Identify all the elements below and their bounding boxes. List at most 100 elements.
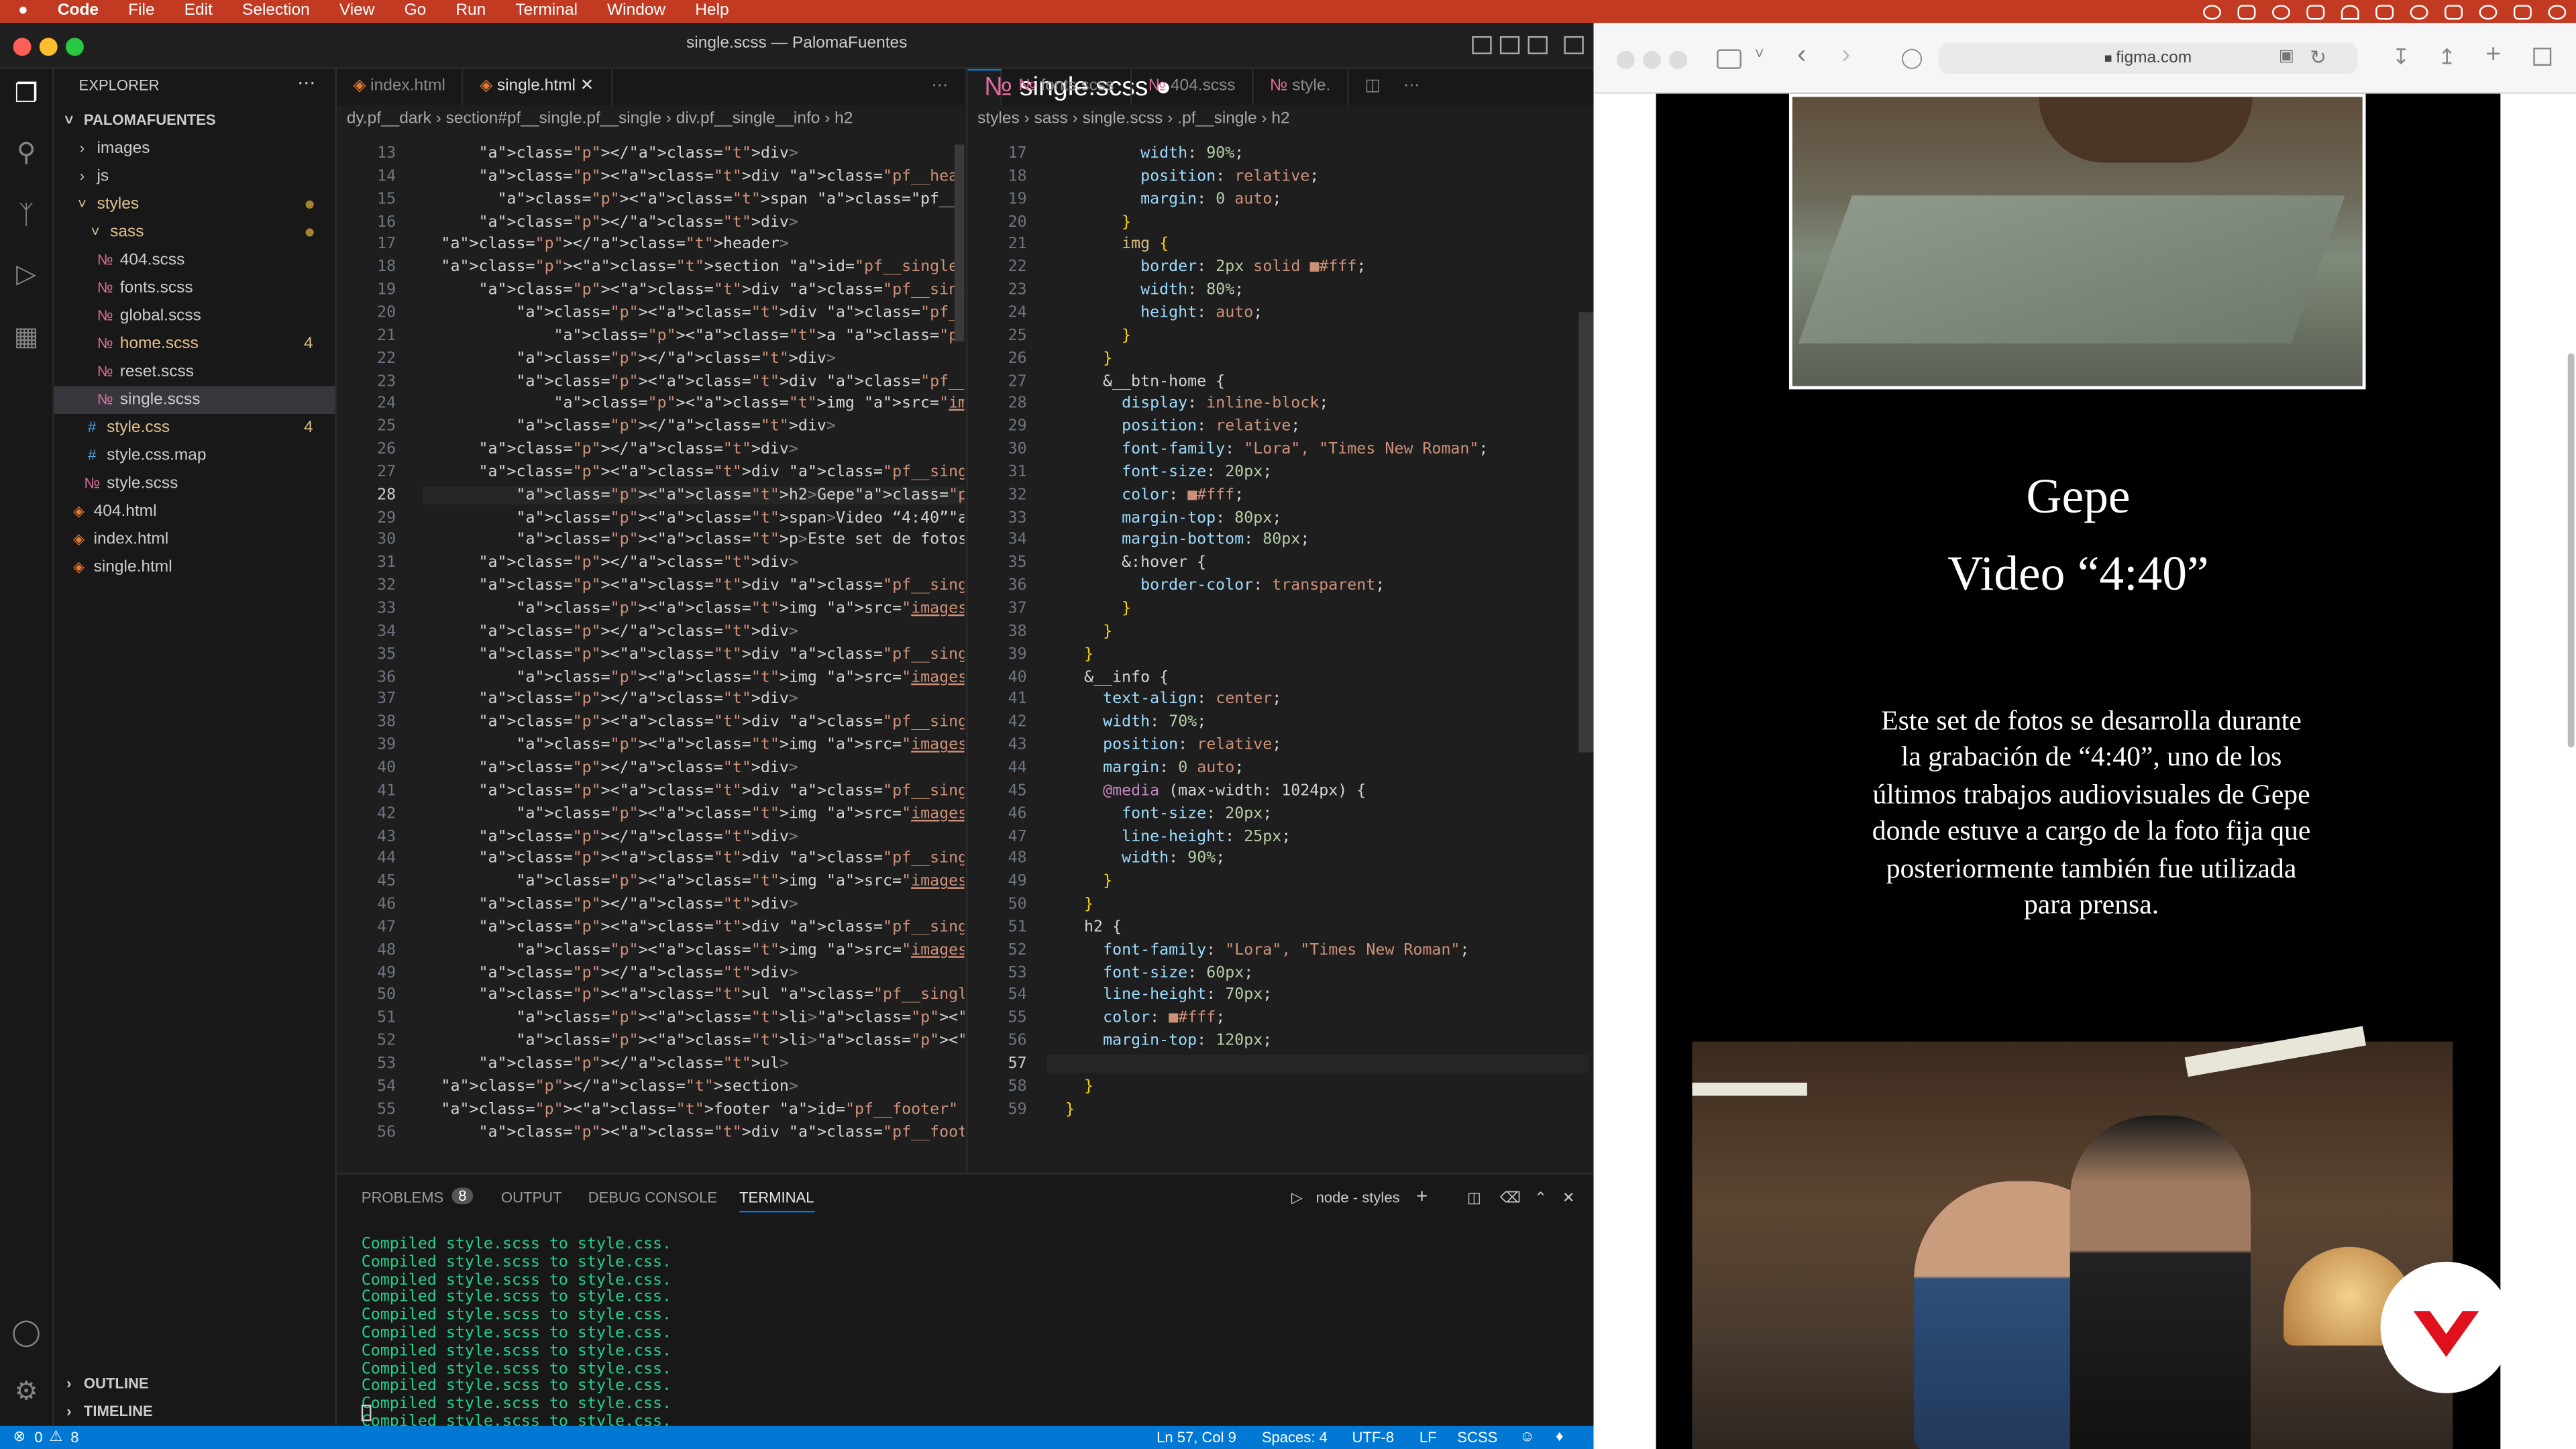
share-icon[interactable]: ↥: [2438, 44, 2456, 70]
menu-view[interactable]: View: [325, 0, 390, 23]
code-line[interactable]: "a">class="p"><"a">class="t">h2>Gepe"a">…: [422, 486, 965, 504]
code-line[interactable]: @media (max-width: 1024px) {: [1046, 782, 1366, 800]
code-line[interactable]: "a">class="p"><"a">class="t">div "a">cla…: [422, 918, 964, 936]
code-line[interactable]: "a">class="p"></"a">class="t">div>: [422, 213, 798, 231]
project-folder[interactable]: ˅ PALOMAFUENTES: [61, 107, 215, 135]
chevron-down-icon[interactable]: ˅: [1755, 46, 1764, 64]
volume-icon[interactable]: [2375, 4, 2394, 19]
terminal-name[interactable]: node - styles: [1316, 1189, 1400, 1205]
code-line[interactable]: }: [1046, 1100, 1075, 1118]
manage-gear-icon[interactable]: ⚙: [10, 1377, 43, 1409]
file-fonts-scss[interactable]: № fonts.scss: [97, 274, 193, 303]
code-line[interactable]: "a">class="p"><"a">class="t">div "a">cla…: [422, 463, 964, 481]
code-line[interactable]: "a">class="p"></"a">class="t">div>: [422, 418, 836, 436]
menu-terminal[interactable]: Terminal: [500, 0, 592, 23]
folder-styles[interactable]: ˅ styles: [74, 191, 337, 219]
file-home-scss[interactable]: № home.scss 4: [97, 330, 337, 358]
code-line[interactable]: "a">class="p"></"a">class="t">div>: [422, 350, 836, 368]
file-style-css[interactable]: # style.css 4: [84, 414, 337, 442]
code-line[interactable]: line-height: 25px;: [1046, 827, 1291, 845]
code-line[interactable]: }: [1046, 645, 1093, 663]
code-line[interactable]: color: ■#fff;: [1046, 486, 1244, 504]
record-icon[interactable]: [2203, 4, 2222, 19]
forward-icon[interactable]: ›: [1841, 41, 1850, 70]
code-line[interactable]: display: inline-block;: [1046, 395, 1328, 413]
zoom-window-button[interactable]: [1669, 50, 1688, 69]
siri-icon[interactable]: [2548, 4, 2567, 19]
menu-file[interactable]: File: [113, 0, 170, 23]
sidebar-toggle-icon[interactable]: [1717, 49, 1741, 69]
code-line[interactable]: margin: 0 auto;: [1046, 190, 1281, 208]
code-line[interactable]: "a">class="p"><"a">class="t">div "a">cla…: [422, 1123, 964, 1141]
file-style-css-map[interactable]: # style.css.map: [84, 442, 207, 470]
code-line[interactable]: "a">class="p"><"a">class="t">span "a">cl…: [422, 190, 964, 208]
code-line[interactable]: width: 70%;: [1046, 713, 1206, 731]
folder-sass[interactable]: ˅ sass: [87, 219, 337, 247]
code-area-html[interactable]: 13 "a">class="p"></"a">class="t">div> 14 …: [337, 145, 965, 1173]
timeline-section[interactable]: › TIMELINE: [61, 1398, 153, 1426]
source-control-icon[interactable]: ᛉ: [10, 201, 43, 233]
code-line[interactable]: "a">class="p"><"a">class="t">img "a">src…: [422, 736, 964, 754]
layout-sidebar-icon[interactable]: [1472, 36, 1492, 54]
code-line[interactable]: &__btn-home {: [1046, 372, 1225, 390]
code-line[interactable]: "a">class="p"><"a">class="t">li>"a">clas…: [422, 1032, 964, 1050]
layout-panel-icon[interactable]: [1499, 36, 1520, 54]
code-line[interactable]: }: [1046, 873, 1112, 891]
close-panel-icon[interactable]: ✕: [1562, 1189, 1574, 1208]
new-tab-icon[interactable]: +: [2485, 41, 2501, 70]
new-terminal-icon[interactable]: +: [1416, 1185, 1428, 1208]
file-global-scss[interactable]: № global.scss: [97, 303, 201, 331]
tab-debug-console[interactable]: DEBUG CONSOLE: [588, 1189, 717, 1205]
warning-count[interactable]: 8: [70, 1430, 78, 1446]
code-line[interactable]: }: [1046, 896, 1093, 914]
code-line[interactable]: }: [1046, 1077, 1093, 1095]
gear-icon[interactable]: [2271, 4, 2290, 19]
tab-404-scss[interactable]: № 404.scss: [1132, 68, 1254, 105]
code-line[interactable]: "a">class="p"></"a">class="t">div>: [422, 827, 798, 845]
breadcrumb[interactable]: dy.pf__dark › section#pf__single.pf__sin…: [337, 105, 965, 133]
download-icon[interactable]: ↧: [2392, 44, 2410, 70]
end-of-line[interactable]: LF: [1419, 1430, 1437, 1446]
search-icon[interactable]: [2479, 4, 2498, 19]
code-line[interactable]: }: [1046, 213, 1131, 231]
code-line[interactable]: font-size: 20px;: [1046, 463, 1272, 481]
code-line[interactable]: "a">class="p"></"a">class="t">div>: [422, 440, 798, 458]
encoding[interactable]: UTF-8: [1352, 1430, 1394, 1446]
code-area-scss[interactable]: 17 width: 90%; 18 position: relative; 19 m…: [967, 145, 1593, 1173]
indentation[interactable]: Spaces: 4: [1262, 1430, 1328, 1446]
code-line[interactable]: }: [1046, 327, 1131, 345]
more-tab-actions-icon[interactable]: ⋯: [1397, 69, 1426, 105]
code-line[interactable]: "a">class="p"><"a">class="t">footer "a">…: [422, 1100, 964, 1118]
code-line[interactable]: "a">class="p"></"a">class="t">section>: [422, 1077, 798, 1095]
more-tab-actions-icon[interactable]: ⋯: [915, 69, 964, 105]
code-line[interactable]: color: ■#fff;: [1046, 1009, 1225, 1027]
maximize-panel-icon[interactable]: ⌃: [1534, 1189, 1546, 1208]
menu-go[interactable]: Go: [390, 0, 441, 23]
address-bar[interactable]: ■ figma.com: [1938, 42, 2358, 74]
code-line[interactable]: "a">class="p"></"a">class="t">div>: [422, 145, 798, 163]
browser-scrollbar[interactable]: [2567, 353, 2575, 748]
menu-help[interactable]: Help: [680, 0, 743, 23]
code-line[interactable]: font-family: "Lora", "Times New Roman";: [1046, 440, 1488, 458]
code-line[interactable]: width: 90%;: [1046, 850, 1225, 868]
trash-icon[interactable]: ⌫: [1500, 1189, 1521, 1208]
code-line[interactable]: "a">class="p"><"a">class="t">img "a">src…: [422, 804, 964, 822]
code-line[interactable]: "a">class="p"><"a">class="t">div "a">cla…: [422, 782, 964, 800]
code-line[interactable]: width: 80%;: [1046, 281, 1244, 299]
menu-window[interactable]: Window: [592, 0, 680, 23]
folder-images[interactable]: › images: [74, 135, 150, 163]
code-line[interactable]: font-size: 60px;: [1046, 964, 1253, 982]
menu-code[interactable]: Code: [43, 0, 113, 23]
code-line[interactable]: "a">class="p"><"a">class="t">img "a">src…: [422, 668, 964, 686]
code-line[interactable]: margin-top: 80px;: [1046, 508, 1281, 527]
code-line[interactable]: }: [1046, 350, 1112, 368]
code-line[interactable]: "a">class="p"></"a">class="t">div>: [422, 964, 798, 982]
menu-selection[interactable]: Selection: [227, 0, 325, 23]
code-line[interactable]: "a">class="p"><"a">class="t">img "a">src…: [422, 941, 964, 959]
code-line[interactable]: [1046, 1055, 1589, 1073]
tab-overview-icon[interactable]: [2533, 48, 2552, 66]
code-line[interactable]: }: [1046, 600, 1131, 618]
code-line[interactable]: text-align: center;: [1046, 691, 1281, 709]
code-line[interactable]: &__info {: [1046, 668, 1169, 686]
explorer-icon[interactable]: ❐: [10, 79, 43, 112]
